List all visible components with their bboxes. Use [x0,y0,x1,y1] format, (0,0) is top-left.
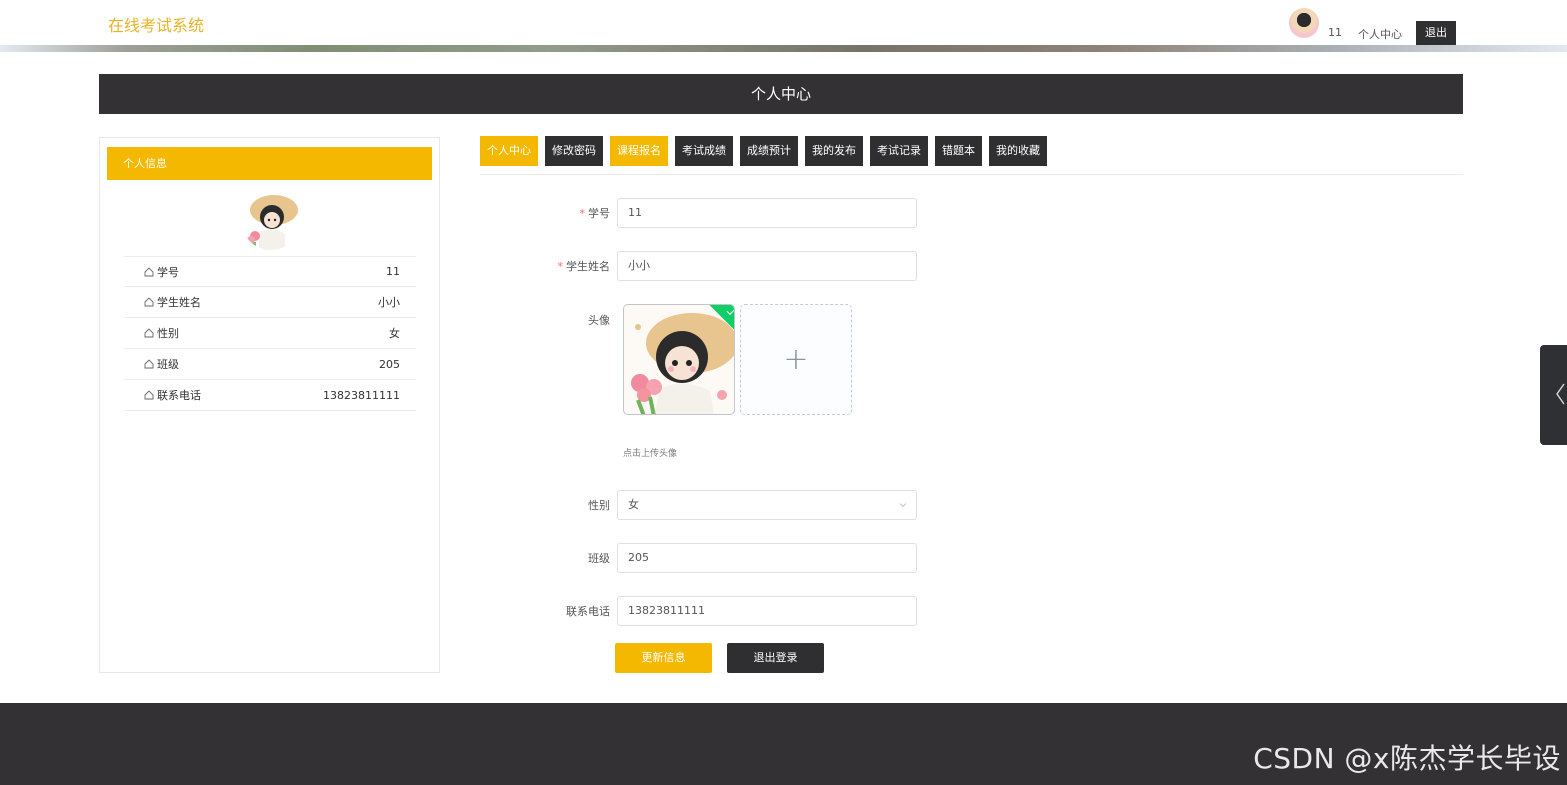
chevron-left-icon [1556,383,1565,405]
tab-score-forecast[interactable]: 成绩预计 [740,136,798,166]
student-name-input[interactable]: 小小 [617,251,917,281]
tab-exam-records[interactable]: 考试记录 [870,136,928,166]
class-input[interactable]: 205 [617,543,917,573]
home-icon [144,359,154,369]
watermark: CSDN @x陈杰学长毕设 [1253,742,1561,775]
tab-exam-scores[interactable]: 考试成绩 [675,136,733,166]
avatar-label: 头像 [588,314,610,327]
upload-tip: 点击上传头像 [623,449,678,459]
logout-button[interactable]: 退出 [1416,21,1456,45]
avatar-row: 头像 [480,312,617,328]
info-value: 205 [379,357,400,371]
student-id-input[interactable]: 11 [617,198,917,228]
gender-row: 性别 女 [480,490,917,520]
info-label: 学号 [157,265,179,279]
student-name-label: 学生姓名 [566,260,610,273]
home-icon [144,266,154,276]
avatar-upload-button[interactable]: + [740,304,852,415]
profile-card: 个人信息 学号 11 学生姓名 小小 性别 女 班级 205 联系电话 1382… [99,137,440,673]
info-value: 小小 [378,296,400,309]
list-item: 性别 女 [124,318,416,349]
home-icon [144,297,154,307]
student-name-row: * 学生姓名 小小 [480,251,917,281]
page-title-banner: 个人中心 [99,74,1463,114]
user-center-link[interactable]: 个人中心 [1358,26,1402,42]
gender-label: 性别 [588,499,610,512]
username: 11 [1328,26,1342,39]
phone-input[interactable]: 13823811111 [617,596,917,626]
gender-select[interactable]: 女 [617,490,917,520]
list-item: 班级 205 [124,349,416,380]
top-bar: 在线考试系统 11 个人中心 退出 [0,0,1567,52]
info-label: 性别 [157,327,179,340]
profile-tabs: 个人中心 修改密码 课程报名 考试成绩 成绩预计 我的发布 考试记录 错题本 我… [480,136,1047,166]
student-id-row: * 学号 11 [480,198,917,228]
class-label: 班级 [588,552,610,565]
home-icon [144,328,154,338]
side-panel-toggle[interactable] [1540,345,1567,445]
tab-change-password[interactable]: 修改密码 [545,136,603,166]
profile-info-list: 学号 11 学生姓名 小小 性别 女 班级 205 联系电话 138238111… [124,256,416,411]
header-banner-strip [0,45,1567,52]
tab-course-enrollment[interactable]: 课程报名 [610,136,668,166]
list-item: 联系电话 13823811111 [124,380,416,411]
student-id-label: 学号 [588,207,610,220]
tabs-divider [480,174,1463,175]
gender-value: 女 [628,498,639,511]
logout-account-button[interactable]: 退出登录 [727,643,824,673]
home-icon [144,390,154,400]
info-value: 13823811111 [323,388,400,402]
tab-my-posts[interactable]: 我的发布 [805,136,863,166]
update-info-button[interactable]: 更新信息 [615,643,712,673]
list-item: 学号 11 [124,256,416,287]
avatar-preview[interactable] [623,304,735,415]
tab-my-favorites[interactable]: 我的收藏 [989,136,1047,166]
info-label: 学生姓名 [157,296,201,309]
phone-row: 联系电话 13823811111 [480,596,917,626]
info-value: 女 [389,327,400,340]
list-item: 学生姓名 小小 [124,287,416,318]
plus-icon: + [783,341,809,377]
tab-wrong-questions[interactable]: 错题本 [935,136,982,166]
profile-avatar [241,190,301,250]
brand-title[interactable]: 在线考试系统 [108,12,204,36]
required-mark: * [579,207,586,220]
info-label: 联系电话 [157,389,201,402]
chevron-down-icon [899,503,907,508]
phone-label: 联系电话 [566,605,610,618]
info-value: 11 [386,265,400,278]
profile-card-title: 个人信息 [107,147,432,180]
tab-personal-center[interactable]: 个人中心 [480,136,538,166]
user-avatar[interactable] [1289,8,1319,38]
info-label: 班级 [157,358,179,371]
required-mark: * [557,260,564,273]
class-row: 班级 205 [480,543,917,573]
